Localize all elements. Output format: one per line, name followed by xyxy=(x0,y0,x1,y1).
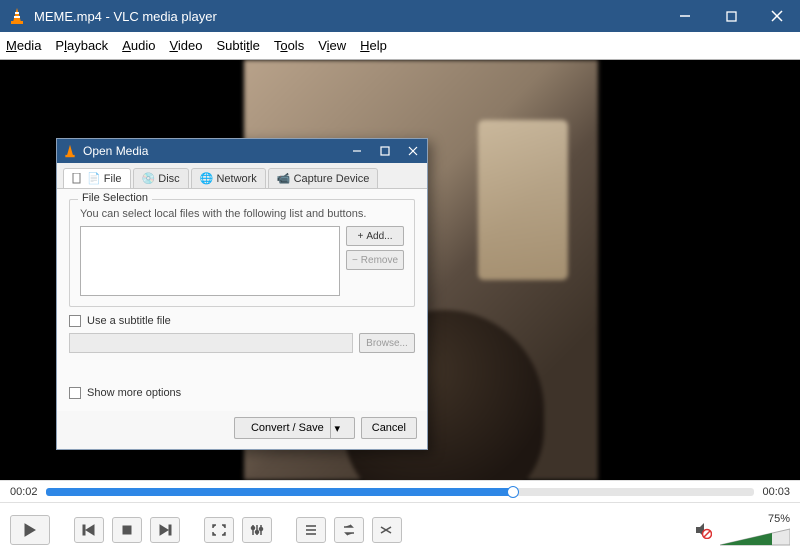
dialog-close-button[interactable] xyxy=(399,139,427,163)
titlebar: MEME.mp4 - VLC media player xyxy=(0,0,800,32)
vlc-cone-icon xyxy=(63,144,77,158)
file-icon xyxy=(72,173,83,184)
window-title: MEME.mp4 - VLC media player xyxy=(34,9,662,24)
tab-network[interactable]: 🌐 Network xyxy=(191,168,266,188)
extended-settings-button[interactable] xyxy=(242,517,272,543)
subtitle-path-field xyxy=(69,333,353,353)
browse-subtitle-button[interactable]: Browse... xyxy=(359,333,415,353)
menu-audio[interactable]: Audio xyxy=(122,38,155,53)
dialog-minimize-button[interactable] xyxy=(343,139,371,163)
menu-playback[interactable]: Playback xyxy=(55,38,108,53)
open-media-dialog: Open Media 📄 File 💿 Disc 🌐 Network 📹 Cap… xyxy=(56,138,428,450)
dialog-tabs: 📄 File 💿 Disc 🌐 Network 📹 Capture Device xyxy=(57,163,427,189)
tab-disc[interactable]: 💿 Disc xyxy=(133,168,189,188)
menu-view[interactable]: View xyxy=(318,38,346,53)
stop-button[interactable] xyxy=(112,517,142,543)
menu-tools[interactable]: Tools xyxy=(274,38,304,53)
chevron-down-icon[interactable]: ▾ xyxy=(330,418,344,438)
play-button[interactable] xyxy=(10,515,50,545)
menu-media[interactable]: Media xyxy=(6,38,41,53)
loop-button[interactable] xyxy=(334,517,364,543)
plus-icon: + xyxy=(358,231,364,242)
seek-bar[interactable] xyxy=(46,488,755,496)
menu-subtitle[interactable]: Subtitle xyxy=(216,38,259,53)
file-selection-title: File Selection xyxy=(78,192,152,204)
file-selection-group: File Selection You can select local file… xyxy=(69,199,415,307)
show-more-options-label: Show more options xyxy=(87,387,181,399)
file-selection-help: You can select local files with the foll… xyxy=(80,208,404,220)
cancel-button[interactable]: Cancel xyxy=(361,417,417,439)
remove-file-button[interactable]: −Remove xyxy=(346,250,404,270)
time-total[interactable]: 00:03 xyxy=(762,486,790,498)
minus-icon: − xyxy=(352,255,358,266)
volume-slider[interactable] xyxy=(720,527,790,547)
maximize-button[interactable] xyxy=(708,0,754,32)
mute-button[interactable] xyxy=(694,521,712,539)
menu-help[interactable]: Help xyxy=(360,38,387,53)
dialog-maximize-button[interactable] xyxy=(371,139,399,163)
menu-video[interactable]: Video xyxy=(169,38,202,53)
vlc-cone-icon xyxy=(8,7,26,25)
convert-save-button[interactable]: Convert / Save ▾ xyxy=(234,417,355,439)
tab-file[interactable]: 📄 File xyxy=(63,168,131,188)
playback-controls: 75% xyxy=(0,502,800,556)
show-more-options-checkbox[interactable] xyxy=(69,387,81,399)
use-subtitle-checkbox[interactable] xyxy=(69,315,81,327)
dialog-title: Open Media xyxy=(83,144,343,158)
dialog-titlebar[interactable]: Open Media xyxy=(57,139,427,163)
video-area[interactable]: Open Media 📄 File 💿 Disc 🌐 Network 📹 Cap… xyxy=(0,60,800,480)
next-button[interactable] xyxy=(150,517,180,543)
time-elapsed[interactable]: 00:02 xyxy=(10,486,38,498)
close-button[interactable] xyxy=(754,0,800,32)
minimize-button[interactable] xyxy=(662,0,708,32)
playlist-button[interactable] xyxy=(296,517,326,543)
menubar: Media Playback Audio Video Subtitle Tool… xyxy=(0,32,800,60)
fullscreen-button[interactable] xyxy=(204,517,234,543)
file-list[interactable] xyxy=(80,226,340,296)
seek-row: 00:02 00:03 xyxy=(0,480,800,502)
volume-percent: 75% xyxy=(720,513,790,525)
use-subtitle-label: Use a subtitle file xyxy=(87,315,171,327)
add-file-button[interactable]: +Add... xyxy=(346,226,404,246)
tab-capture-device[interactable]: 📹 Capture Device xyxy=(268,168,379,188)
previous-button[interactable] xyxy=(74,517,104,543)
shuffle-button[interactable] xyxy=(372,517,402,543)
